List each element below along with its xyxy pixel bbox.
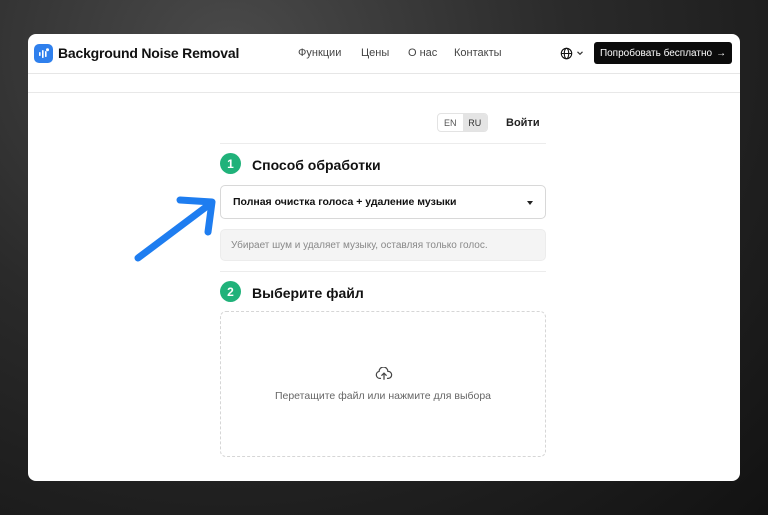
step-number-badge: 2 [220, 281, 241, 302]
dropzone-text: Перетащите файл или нажмите для выбора [274, 390, 492, 402]
step-number-badge: 1 [220, 153, 241, 174]
language-switch: EN RU [437, 113, 488, 132]
brand-name[interactable]: Background Noise Removal [58, 45, 239, 61]
lang-option-en[interactable]: EN [438, 114, 463, 131]
try-free-label: Попробовать бесплатно [599, 47, 713, 59]
waveform-logo-icon[interactable] [34, 44, 53, 63]
processing-mode-value: Полная очистка голоса + удаление музыки [233, 196, 457, 208]
language-menu[interactable] [560, 45, 584, 61]
divider [28, 92, 740, 93]
arrow-right-icon: → [716, 47, 727, 59]
section-divider [220, 271, 546, 272]
processing-mode-select[interactable]: Полная очистка голоса + удаление музыки [220, 185, 546, 219]
step-title-processing: Способ обработки [252, 157, 381, 173]
description-text: Убирает шум и удаляет музыку, оставляя т… [231, 239, 488, 251]
globe-icon [560, 47, 573, 59]
processing-mode-description: Убирает шум и удаляет музыку, оставляя т… [220, 229, 546, 261]
annotation-arrow-icon [134, 196, 216, 262]
lang-option-ru[interactable]: RU [462, 114, 487, 131]
login-link[interactable]: Войти [506, 117, 540, 129]
nav-link-contacts[interactable]: Контакты [454, 47, 502, 59]
nav-link-features[interactable]: Функции [298, 47, 341, 59]
nav-link-about[interactable]: О нас [408, 47, 437, 59]
nav-link-pricing[interactable]: Цены [361, 47, 389, 59]
cloud-upload-icon [375, 367, 393, 380]
dropdown-caret-icon [527, 201, 533, 205]
top-navbar: Background Noise Removal Функции Цены О … [28, 34, 740, 74]
section-divider [220, 143, 546, 144]
try-free-button[interactable]: Попробовать бесплатно → [594, 42, 732, 64]
chevron-down-icon [577, 51, 583, 56]
step-title-file: Выберите файл [252, 285, 364, 301]
file-dropzone[interactable]: Перетащите файл или нажмите для выбора [220, 311, 546, 457]
